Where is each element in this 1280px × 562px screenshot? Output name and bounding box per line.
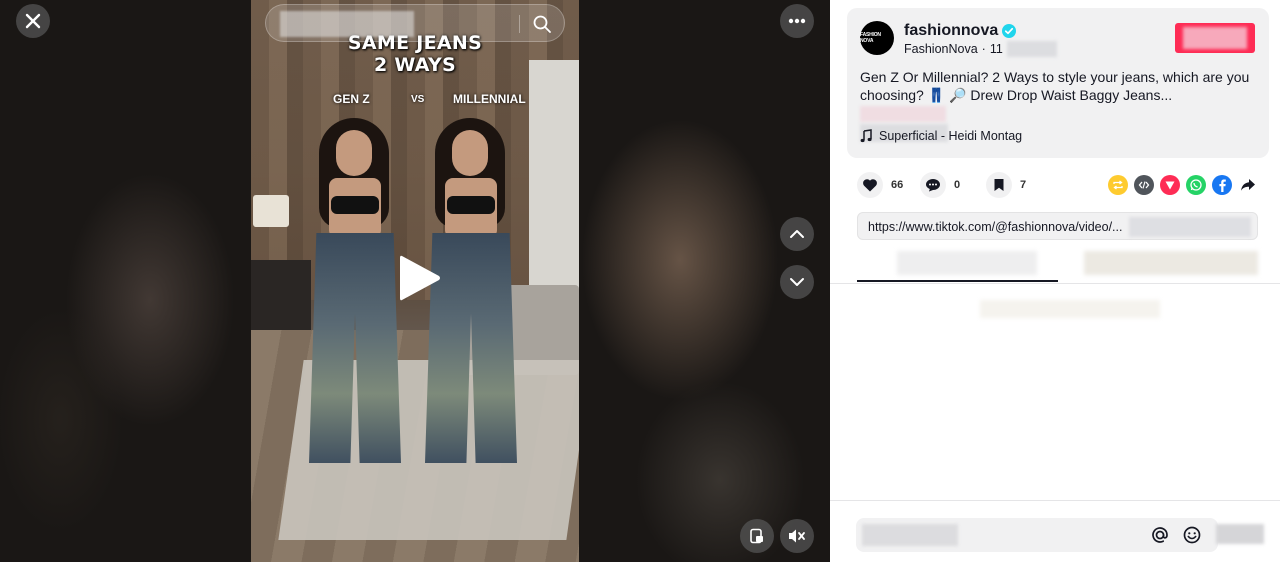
share-arrow-icon bbox=[1241, 179, 1255, 191]
like-count: 66 bbox=[891, 179, 904, 191]
comment-circle[interactable] bbox=[920, 172, 946, 198]
author-subline: FashionNova · 11 bbox=[904, 41, 1057, 57]
overlay-label-gen-z: GEN Z bbox=[333, 92, 370, 106]
avatar-text: FASHION NOVA bbox=[860, 32, 881, 44]
tab-creator-videos[interactable] bbox=[1084, 251, 1258, 275]
send-icon bbox=[1165, 181, 1175, 190]
embed-button[interactable] bbox=[1134, 175, 1154, 195]
floating-player-icon bbox=[750, 528, 763, 544]
overlay-title-line2: 2 WAYS bbox=[373, 54, 457, 76]
save-count: 7 bbox=[1020, 179, 1027, 191]
whatsapp-button[interactable] bbox=[1186, 175, 1206, 195]
more-options-button[interactable] bbox=[780, 4, 814, 38]
repost-icon bbox=[1113, 180, 1123, 190]
mute-icon bbox=[789, 529, 805, 543]
tabs-divider bbox=[830, 283, 1280, 284]
follow-button-label bbox=[1183, 27, 1247, 49]
facebook-icon bbox=[1219, 179, 1226, 192]
heart-icon bbox=[863, 179, 877, 192]
previous-video-button[interactable] bbox=[780, 217, 814, 251]
post-comment-button[interactable] bbox=[1216, 524, 1264, 544]
active-tab-indicator bbox=[857, 280, 1058, 282]
chevron-up-icon bbox=[790, 230, 804, 238]
username[interactable]: fashionnova bbox=[904, 22, 1017, 40]
post-date: 11 bbox=[989, 42, 1003, 56]
music-note-icon bbox=[860, 129, 872, 143]
footer-divider bbox=[830, 500, 1280, 501]
comments-placeholder bbox=[980, 300, 1160, 318]
close-icon bbox=[25, 13, 41, 29]
more-share-button[interactable] bbox=[1238, 175, 1258, 195]
comment-icon bbox=[926, 179, 940, 192]
video-model-left bbox=[309, 118, 401, 463]
next-video-button[interactable] bbox=[780, 265, 814, 299]
post-info-card: FASHION NOVA fashionnova FashionNova · 1… bbox=[847, 8, 1269, 158]
video-pane: SAME JEANS 2 WAYS GEN Z VS MILLENNIAL bbox=[0, 0, 830, 562]
action-bar: 66 0 7 bbox=[857, 172, 1038, 198]
comment-button[interactable]: 0 bbox=[920, 172, 976, 198]
display-name: FashionNova bbox=[904, 42, 978, 56]
username-text[interactable]: fashionnova bbox=[904, 22, 998, 40]
video-background-window bbox=[529, 60, 579, 300]
avatar[interactable]: FASHION NOVA bbox=[860, 21, 894, 55]
emoji-icon[interactable] bbox=[1182, 525, 1202, 545]
description-hashtags-blurred[interactable] bbox=[860, 106, 946, 123]
bookmark-icon bbox=[994, 179, 1004, 191]
share-icons bbox=[1108, 175, 1258, 195]
post-description-text: Gen Z Or Millennial? 2 Ways to style you… bbox=[860, 69, 1250, 103]
facebook-button[interactable] bbox=[1212, 175, 1232, 195]
subline-separator: · bbox=[981, 42, 986, 56]
comment-input-placeholder bbox=[862, 524, 958, 546]
like-button[interactable]: 66 bbox=[857, 172, 909, 198]
comment-input[interactable] bbox=[856, 518, 1218, 552]
send-to-friends-button[interactable] bbox=[1160, 175, 1180, 195]
comment-count: 0 bbox=[954, 179, 961, 191]
search-input[interactable] bbox=[280, 11, 414, 37]
repost-button[interactable] bbox=[1108, 175, 1128, 195]
video-link-text[interactable]: https://www.tiktok.com/@fashionnova/vide… bbox=[868, 220, 1122, 234]
embed-icon bbox=[1138, 181, 1150, 189]
mention-icon[interactable] bbox=[1150, 525, 1170, 545]
mute-button[interactable] bbox=[780, 519, 814, 553]
whatsapp-icon bbox=[1190, 179, 1202, 191]
like-circle[interactable] bbox=[857, 172, 883, 198]
video-background-lamp bbox=[253, 195, 289, 227]
detail-panel: FASHION NOVA fashionnova FashionNova · 1… bbox=[830, 0, 1280, 562]
save-button[interactable]: 7 bbox=[986, 172, 1038, 198]
play-icon[interactable] bbox=[396, 252, 442, 304]
comment-tabs bbox=[857, 248, 1258, 282]
search-divider bbox=[519, 15, 520, 33]
music-title[interactable]: Superficial - Heidi Montag bbox=[879, 129, 1022, 143]
overlay-label-vs: VS bbox=[411, 94, 425, 105]
search-icon[interactable] bbox=[532, 14, 552, 34]
follow-button[interactable] bbox=[1175, 23, 1255, 53]
tab-comments[interactable] bbox=[897, 251, 1037, 275]
chevron-down-icon bbox=[790, 278, 804, 286]
search-bar[interactable] bbox=[265, 4, 565, 42]
floating-player-button[interactable] bbox=[740, 519, 774, 553]
music-link[interactable]: Superficial - Heidi Montag bbox=[860, 129, 1022, 143]
copy-link-button[interactable] bbox=[1129, 217, 1251, 237]
save-circle[interactable] bbox=[986, 172, 1012, 198]
more-icon bbox=[788, 18, 806, 24]
overlay-label-millennial: MILLENNIAL bbox=[453, 92, 526, 106]
close-button[interactable] bbox=[16, 4, 50, 38]
copy-link-box[interactable]: https://www.tiktok.com/@fashionnova/vide… bbox=[857, 212, 1258, 240]
verified-icon bbox=[1002, 24, 1017, 38]
post-date-blurred bbox=[1006, 41, 1057, 57]
